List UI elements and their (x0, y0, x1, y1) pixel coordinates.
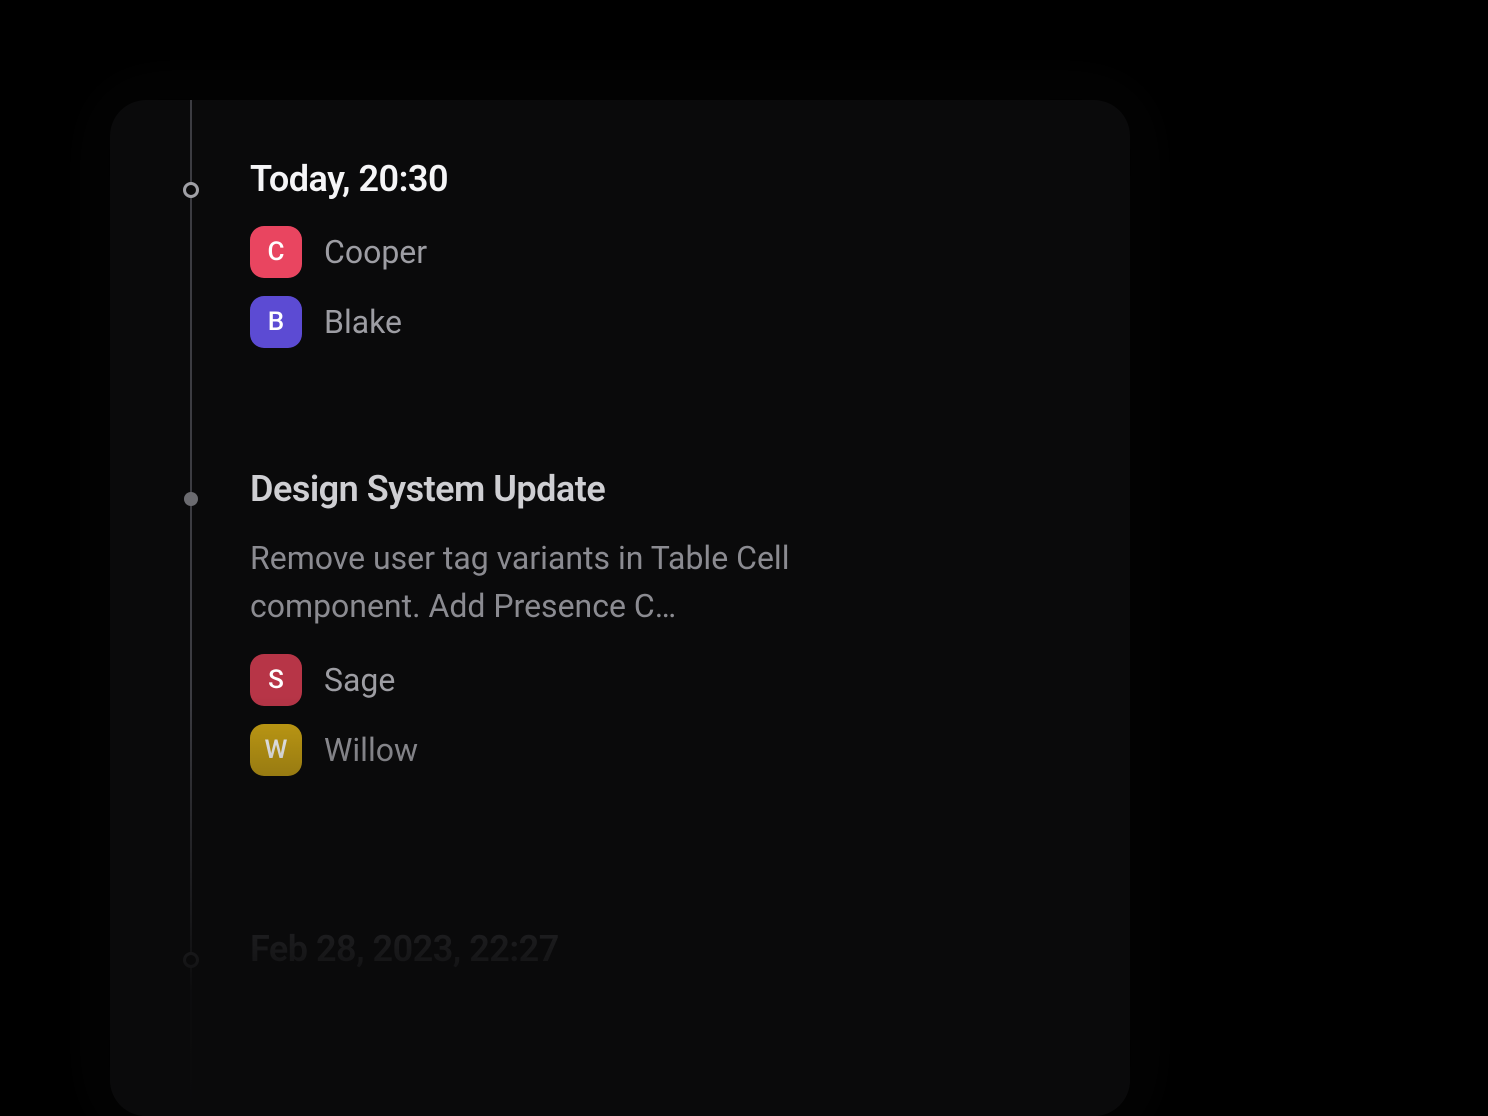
timeline-entry[interactable]: Feb 28, 2023, 22:27 (250, 928, 1070, 970)
user-row[interactable]: B Blake (250, 296, 1070, 348)
avatar-initial: S (268, 665, 284, 695)
timeline-entry[interactable]: Design System Update Remove user tag var… (250, 468, 1070, 776)
avatar-initial: B (268, 307, 284, 337)
user-row[interactable]: S Sage (250, 654, 1070, 706)
timeline-card: Today, 20:30 C Cooper B Blake Design Sys… (110, 100, 1130, 1116)
user-row[interactable]: C Cooper (250, 226, 1070, 278)
user-name: Willow (324, 731, 418, 769)
timeline-wrap: Today, 20:30 C Cooper B Blake Design Sys… (110, 100, 1130, 1116)
avatar: W (250, 724, 302, 776)
user-name: Blake (324, 303, 402, 341)
user-name: Sage (324, 661, 395, 699)
user-row[interactable]: W Willow (250, 724, 1070, 776)
timeline-entry[interactable]: Today, 20:30 C Cooper B Blake (250, 158, 1070, 348)
user-name: Cooper (324, 233, 427, 271)
timeline-dot-icon (184, 492, 198, 506)
timeline-dot-icon (183, 952, 199, 968)
entry-timestamp: Feb 28, 2023, 22:27 (250, 928, 1070, 970)
entry-body: Remove user tag variants in Table Cell c… (250, 534, 890, 630)
avatar: B (250, 296, 302, 348)
avatar: S (250, 654, 302, 706)
timeline-dot-icon (183, 182, 199, 198)
avatar: C (250, 226, 302, 278)
entry-timestamp: Today, 20:30 (250, 158, 1070, 200)
avatar-initial: C (268, 237, 285, 267)
entry-title: Design System Update (250, 468, 1070, 510)
avatar-initial: W (265, 735, 288, 765)
